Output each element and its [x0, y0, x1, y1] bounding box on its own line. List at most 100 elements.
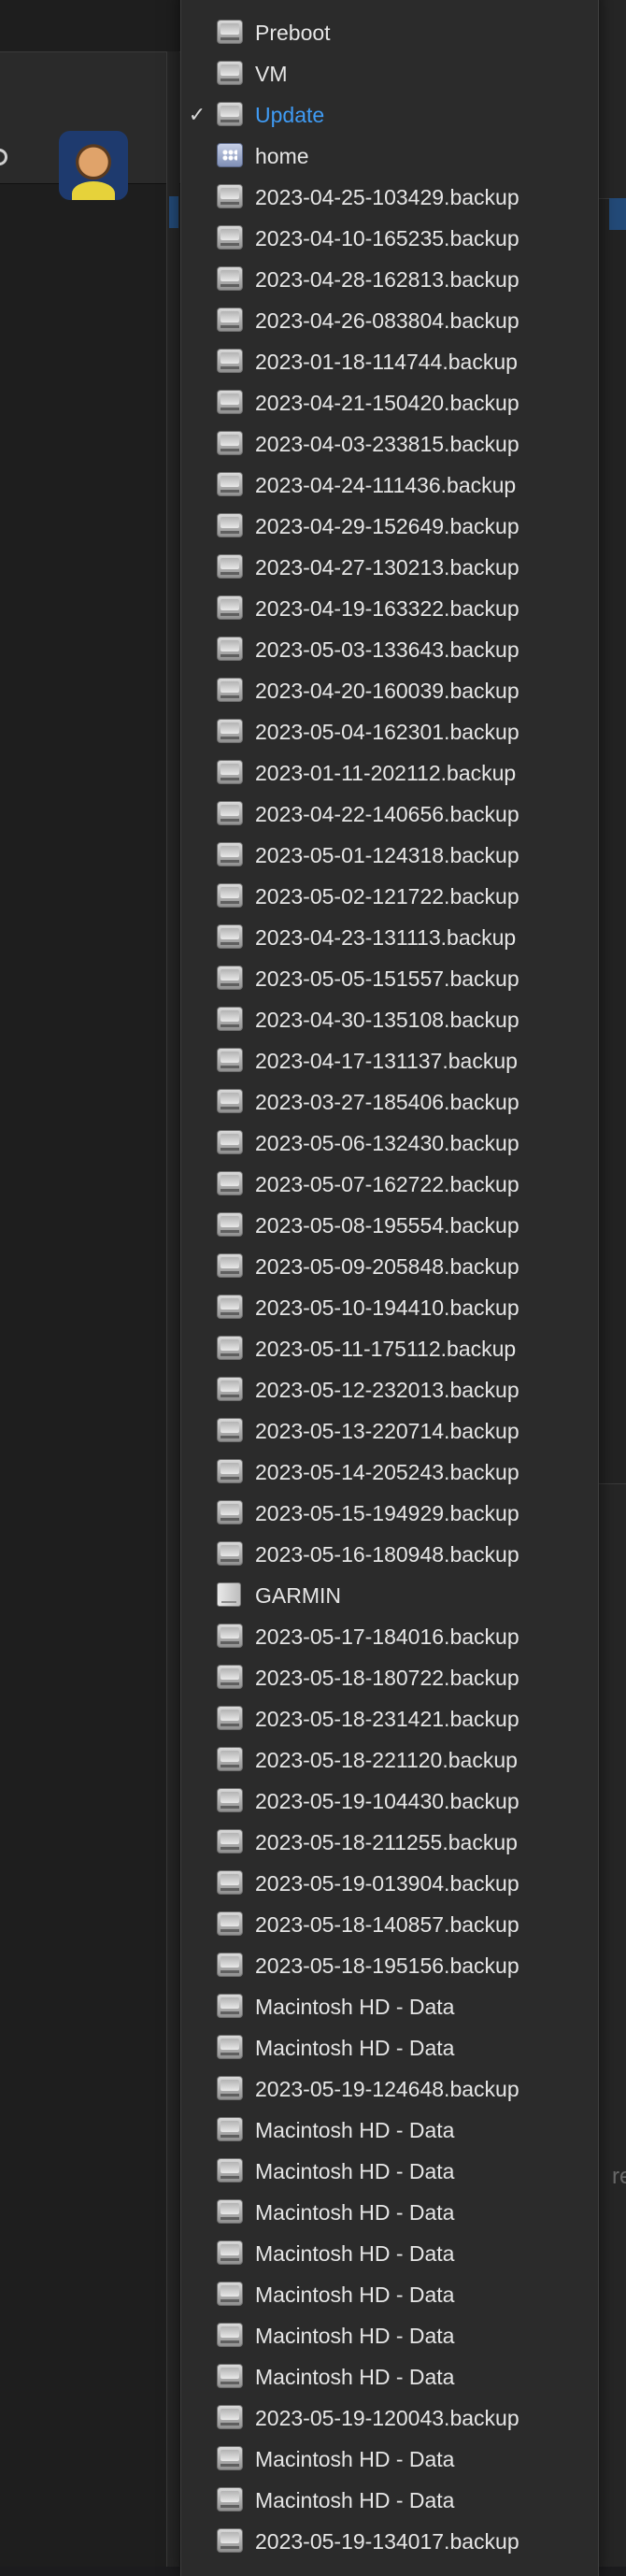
menu-item[interactable]: 2023-04-27-130213.backup	[181, 547, 598, 588]
menu-item[interactable]: 2023-05-01-124318.backup	[181, 835, 598, 876]
avatar[interactable]	[59, 131, 128, 200]
menu-item[interactable]: Macintosh HD - Data	[181, 2192, 598, 2233]
menu-item[interactable]: 2023-05-19-120043.backup	[181, 2397, 598, 2439]
menu-item[interactable]: 2023-04-28-162813.backup	[181, 259, 598, 300]
menu-item[interactable]: 2023-05-15-194929.backup	[181, 1493, 598, 1534]
menu-item[interactable]: 2023-05-18-140857.backup	[181, 1904, 598, 1945]
menu-item-label: 2023-05-18-180722.backup	[255, 1665, 519, 1690]
menu-item-label: Preboot	[255, 20, 331, 45]
menu-item[interactable]: Macintosh HD - Data	[181, 2439, 598, 2480]
menu-item[interactable]: 2023-03-27-185406.backup	[181, 1081, 598, 1123]
disk-icon	[217, 924, 243, 949]
menu-item[interactable]: 2023-05-18-221120.backup	[181, 1739, 598, 1781]
disk-icon	[217, 1994, 243, 2018]
menu-item[interactable]: 2023-04-25-103429.backup	[181, 177, 598, 218]
menu-item-label: 2023-05-12-232013.backup	[255, 1377, 519, 1402]
disk-icon	[217, 1541, 243, 1566]
menu-item-label: 2023-05-18-221120.backup	[255, 1747, 518, 1772]
menu-item[interactable]: 2023-04-03-233815.backup	[181, 423, 598, 465]
disk-icon	[217, 1665, 243, 1689]
menu-item-label: 2023-04-27-130213.backup	[255, 554, 519, 580]
menu-item[interactable]: 2023-01-11-202112.backup	[181, 752, 598, 794]
menu-item[interactable]: 2023-04-20-160039.backup	[181, 670, 598, 711]
menu-item-label: 2023-05-18-211255.backup	[255, 1829, 518, 1854]
menu-item[interactable]: Macintosh HD - Data	[181, 2274, 598, 2315]
menu-item[interactable]: 2023-05-05-151557.backup	[181, 958, 598, 999]
menu-item[interactable]: Macintosh HD - Data	[181, 2027, 598, 2068]
menu-item-label: Macintosh HD - Data	[255, 2364, 455, 2389]
menu-item[interactable]: GARMIN	[181, 1575, 598, 1616]
menu-item[interactable]: 2023-05-12-232013.backup	[181, 1369, 598, 1410]
menu-item[interactable]: 2023-05-06-132430.backup	[181, 1123, 598, 1164]
menu-item[interactable]: 2023-05-10-194410.backup	[181, 1287, 598, 1328]
menu-item[interactable]: Macintosh HD - Data	[181, 2151, 598, 2192]
disk-icon	[217, 184, 243, 208]
menu-item[interactable]: Macintosh HD - Data	[181, 2110, 598, 2151]
menu-item[interactable]: 2023-05-19-134017.backup	[181, 2521, 598, 2562]
menu-item[interactable]: 2023-04-24-111436.backup	[181, 465, 598, 506]
menu-item[interactable]: 2023-04-22-140656.backup	[181, 794, 598, 835]
menu-item-label: 2023-04-17-131137.backup	[255, 1048, 518, 1073]
menu-item[interactable]: 2023-05-04-162301.backup	[181, 711, 598, 752]
menu-item[interactable]: 2023-01-18-114744.backup	[181, 341, 598, 382]
menu-item-label: 2023-05-16-180948.backup	[255, 1541, 519, 1567]
menu-item[interactable]: 2023-04-17-131137.backup	[181, 1040, 598, 1081]
disk-dropdown-menu[interactable]: ⌃ PrebootVM✓Updatehome2023-04-25-103429.…	[180, 0, 599, 2576]
menu-item[interactable]: Macintosh HD - Data	[181, 2480, 598, 2521]
menu-item[interactable]: Macintosh HD - Data	[181, 2233, 598, 2274]
menu-item[interactable]: 2023-05-19-104430.backup	[181, 1781, 598, 1822]
menu-item[interactable]: 2023-05-07-162722.backup	[181, 1164, 598, 1205]
disk-icon	[217, 719, 243, 743]
selected-row-highlight	[169, 196, 178, 228]
menu-item[interactable]: 2023-04-21-150420.backup	[181, 382, 598, 423]
disk-icon	[217, 61, 243, 85]
menu-item[interactable]: 2023-04-26-083804.backup	[181, 300, 598, 341]
refresh-icon[interactable]	[0, 149, 7, 165]
menu-item[interactable]: 2023-04-23-131113.backup	[181, 917, 598, 958]
menu-item-label: 2023-05-07-162722.backup	[255, 1171, 519, 1196]
checkmark-icon: ✓	[188, 103, 206, 126]
menu-item[interactable]: 2023-04-30-135108.backup	[181, 999, 598, 1040]
menu-item[interactable]: 2023-05-19-013904.backup	[181, 1863, 598, 1904]
menu-item[interactable]: 2023-05-09-205848.backup	[181, 1246, 598, 1287]
menu-item-label: 2023-05-14-205243.backup	[255, 1459, 519, 1484]
menu-item[interactable]: 2023-05-03-133643.backup	[181, 629, 598, 670]
menu-item[interactable]: home	[181, 136, 598, 177]
menu-item[interactable]: Macintosh HD - Data	[181, 2315, 598, 2356]
menu-item-label: 2023-05-19-013904.backup	[255, 1870, 519, 1896]
menu-item[interactable]: 2023-05-13-220714.backup	[181, 1410, 598, 1452]
disk-icon	[217, 308, 243, 332]
menu-item-label: 2023-03-27-185406.backup	[255, 1089, 519, 1114]
disk-icon	[217, 513, 243, 537]
menu-item-label: Macintosh HD - Data	[255, 2323, 455, 2348]
disk-icon	[217, 1007, 243, 1031]
menu-item[interactable]: 2023-05-11-175112.backup	[181, 1328, 598, 1369]
menu-item[interactable]: 2023-05-18-180722.backup	[181, 1657, 598, 1698]
menu-item-label: 2023-05-11-175112.backup	[255, 1336, 517, 1361]
menu-item[interactable]: 2023-05-16-180948.backup	[181, 1534, 598, 1575]
menu-item[interactable]: ✓ Update	[181, 94, 598, 136]
disk-icon	[217, 801, 243, 825]
disk-icon	[217, 225, 243, 250]
menu-item[interactable]: 2023-04-19-163322.backup	[181, 588, 598, 629]
menu-item-label: 2023-05-08-195554.backup	[255, 1212, 519, 1238]
menu-item[interactable]: 2023-04-29-152649.backup	[181, 506, 598, 547]
menu-item[interactable]: 2023-05-14-205243.backup	[181, 1452, 598, 1493]
menu-item[interactable]: 2023-05-18-211255.backup	[181, 1822, 598, 1863]
menu-item[interactable]: VM	[181, 53, 598, 94]
menu-item[interactable]: 2023-05-08-195554.backup	[181, 1205, 598, 1246]
menu-item-label: 2023-05-13-220714.backup	[255, 1418, 519, 1443]
menu-item-label: Macintosh HD - Data	[255, 2487, 455, 2512]
menu-item-label: VM	[255, 61, 288, 86]
menu-item-label: 2023-05-19-124648.backup	[255, 2076, 519, 2101]
menu-item[interactable]: 2023-05-02-121722.backup	[181, 876, 598, 917]
menu-item[interactable]: 2023-05-17-184016.backup	[181, 1616, 598, 1657]
menu-item[interactable]: Macintosh HD - Data	[181, 2356, 598, 2397]
menu-item-label: 2023-05-18-140857.backup	[255, 1911, 519, 1937]
menu-item[interactable]: Preboot	[181, 12, 598, 53]
menu-item[interactable]: 2023-05-18-231421.backup	[181, 1698, 598, 1739]
menu-item[interactable]: 2023-05-18-195156.backup	[181, 1945, 598, 1986]
menu-item[interactable]: 2023-05-19-124648.backup	[181, 2068, 598, 2110]
menu-item[interactable]: Macintosh HD - Data	[181, 1986, 598, 2027]
menu-item[interactable]: 2023-04-10-165235.backup	[181, 218, 598, 259]
